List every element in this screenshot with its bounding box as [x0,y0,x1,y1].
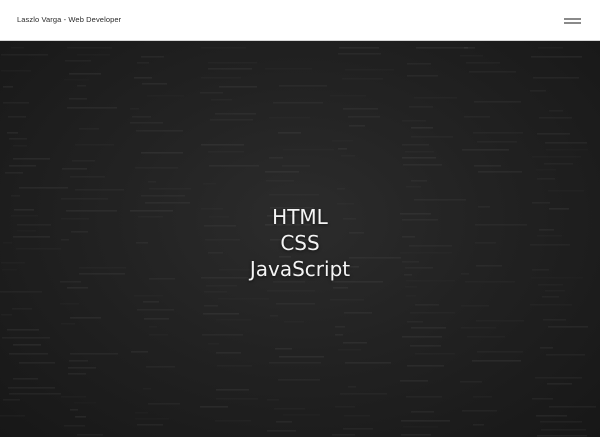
skill-javascript: JavaScript [249,257,351,281]
site-header: Laszlo Varga - Web Developer [0,0,600,41]
skill-html: HTML [272,205,328,229]
menu-bar [564,22,581,24]
hero-section: HTML CSS JavaScript [0,41,600,437]
hamburger-menu-icon[interactable] [562,13,584,27]
hero-skills: HTML CSS JavaScript [0,204,600,282]
menu-bar [564,18,581,20]
site-title[interactable]: Laszlo Varga - Web Developer [17,15,121,24]
skill-css: CSS [280,231,320,255]
